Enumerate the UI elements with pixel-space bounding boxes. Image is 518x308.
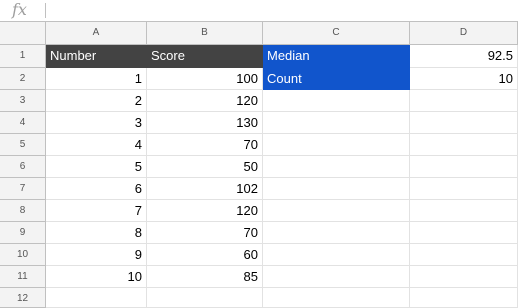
- cell-b2[interactable]: 100: [147, 68, 263, 90]
- cell-d9[interactable]: [410, 222, 518, 244]
- cell-b8[interactable]: 120: [147, 200, 263, 222]
- cell-a11[interactable]: 10: [46, 266, 147, 288]
- cell-a5[interactable]: 4: [46, 134, 147, 156]
- cell-d3[interactable]: [410, 90, 518, 112]
- cell-d2[interactable]: 10: [410, 68, 518, 90]
- cell-b6[interactable]: 50: [147, 156, 263, 178]
- cell-c10[interactable]: [263, 244, 410, 266]
- row-header-9[interactable]: 9: [0, 222, 46, 244]
- cell-c2[interactable]: Count: [263, 68, 410, 90]
- row-header-1[interactable]: 1: [0, 45, 46, 68]
- cell-a12[interactable]: [46, 288, 147, 308]
- spreadsheet-grid: A B C D 1 Number Score Median 92.5 2 1 1…: [0, 22, 518, 308]
- column-header-c[interactable]: C: [263, 22, 410, 45]
- cell-b12[interactable]: [147, 288, 263, 308]
- select-all-corner[interactable]: [0, 22, 46, 45]
- row-header-12[interactable]: 12: [0, 288, 46, 308]
- cell-b11[interactable]: 85: [147, 266, 263, 288]
- cell-c1[interactable]: Median: [263, 45, 410, 68]
- row-header-4[interactable]: 4: [0, 112, 46, 134]
- row-header-2[interactable]: 2: [0, 68, 46, 90]
- cell-c9[interactable]: [263, 222, 410, 244]
- row-header-11[interactable]: 11: [0, 266, 46, 288]
- cell-a3[interactable]: 2: [46, 90, 147, 112]
- cell-c7[interactable]: [263, 178, 410, 200]
- row-header-10[interactable]: 10: [0, 244, 46, 266]
- row-header-3[interactable]: 3: [0, 90, 46, 112]
- cell-b4[interactable]: 130: [147, 112, 263, 134]
- row-header-8[interactable]: 8: [0, 200, 46, 222]
- cell-c5[interactable]: [263, 134, 410, 156]
- cell-b5[interactable]: 70: [147, 134, 263, 156]
- cell-b7[interactable]: 102: [147, 178, 263, 200]
- cell-a10[interactable]: 9: [46, 244, 147, 266]
- cell-b10[interactable]: 60: [147, 244, 263, 266]
- cell-b3[interactable]: 120: [147, 90, 263, 112]
- formula-bar-divider: [45, 3, 46, 18]
- cell-c11[interactable]: [263, 266, 410, 288]
- column-header-a[interactable]: A: [46, 22, 147, 45]
- cell-a8[interactable]: 7: [46, 200, 147, 222]
- cell-d1[interactable]: 92.5: [410, 45, 518, 68]
- cell-c6[interactable]: [263, 156, 410, 178]
- cell-d7[interactable]: [410, 178, 518, 200]
- column-header-b[interactable]: B: [147, 22, 263, 45]
- cell-d11[interactable]: [410, 266, 518, 288]
- cell-d8[interactable]: [410, 200, 518, 222]
- cell-a4[interactable]: 3: [46, 112, 147, 134]
- formula-bar: fx: [0, 0, 518, 22]
- cell-a6[interactable]: 5: [46, 156, 147, 178]
- function-icon: fx: [12, 0, 27, 19]
- cell-c4[interactable]: [263, 112, 410, 134]
- cell-d5[interactable]: [410, 134, 518, 156]
- cell-d12[interactable]: [410, 288, 518, 308]
- column-header-d[interactable]: D: [410, 22, 518, 45]
- cell-a2[interactable]: 1: [46, 68, 147, 90]
- cell-a1[interactable]: Number: [46, 45, 147, 68]
- cell-b9[interactable]: 70: [147, 222, 263, 244]
- cell-c12[interactable]: [263, 288, 410, 308]
- cell-c8[interactable]: [263, 200, 410, 222]
- cell-d6[interactable]: [410, 156, 518, 178]
- row-header-6[interactable]: 6: [0, 156, 46, 178]
- cell-a9[interactable]: 8: [46, 222, 147, 244]
- row-header-5[interactable]: 5: [0, 134, 46, 156]
- row-header-7[interactable]: 7: [0, 178, 46, 200]
- cell-d4[interactable]: [410, 112, 518, 134]
- cell-c3[interactable]: [263, 90, 410, 112]
- cell-d10[interactable]: [410, 244, 518, 266]
- cell-b1[interactable]: Score: [147, 45, 263, 68]
- formula-input[interactable]: [50, 2, 510, 19]
- cell-a7[interactable]: 6: [46, 178, 147, 200]
